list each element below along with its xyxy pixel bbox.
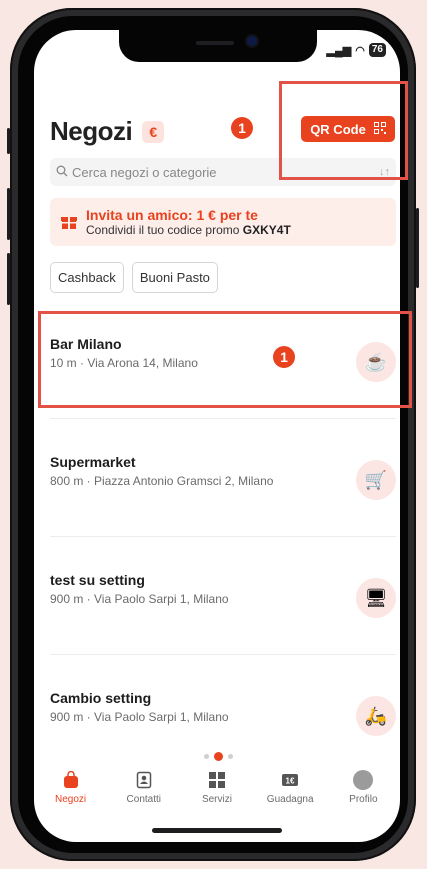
- status-bar: ▂▄▆ ◠ 76: [327, 43, 386, 57]
- home-indicator: [152, 828, 282, 833]
- promo-banner[interactable]: Invita un amico: 1 € per te Condividi il…: [50, 198, 396, 246]
- tab-servizi[interactable]: Servizi: [187, 770, 247, 820]
- step-marker: 1: [273, 346, 295, 368]
- speaker: [196, 41, 234, 45]
- tab-label: Contatti: [126, 794, 162, 805]
- store-item[interactable]: test su setting 900 m · Via Paolo Sarpi …: [50, 572, 396, 632]
- shop-bag-icon: [61, 770, 81, 790]
- promo-subtitle: Condividi il tuo codice promo GXKY4T: [86, 223, 291, 237]
- store-address: 900 m · Via Paolo Sarpi 1, Milano: [50, 710, 229, 724]
- wifi-icon: ◠: [355, 44, 365, 57]
- store-name: Cambio setting: [50, 690, 152, 706]
- store-address: 800 m · Piazza Antonio Gramsci 2, Milano: [50, 474, 274, 488]
- step-marker: 1: [231, 117, 253, 139]
- chip-buoni-pasto[interactable]: Buoni Pasto: [131, 262, 218, 293]
- coupon-icon: 1€: [280, 770, 300, 790]
- register-icon: 🖥: [356, 578, 396, 618]
- avatar-icon: [353, 770, 374, 790]
- cart-icon: 🛒: [356, 460, 396, 500]
- highlight-box: [38, 311, 412, 408]
- tab-guadagna[interactable]: 1€ Guadagna: [260, 770, 320, 820]
- grid-icon: [207, 770, 227, 790]
- highlight-box: [279, 81, 408, 180]
- page-dot: [204, 754, 209, 759]
- mute-switch: [7, 128, 10, 154]
- page-title: Negozi: [50, 116, 133, 146]
- page-header: Negozi €: [50, 116, 165, 147]
- divider: [50, 418, 396, 419]
- tab-negozi[interactable]: Negozi: [41, 770, 101, 820]
- promo-code: GXKY4T: [242, 223, 291, 237]
- tab-profilo[interactable]: Profilo: [333, 770, 393, 820]
- page-indicator: [204, 752, 233, 761]
- page-dot: [228, 754, 233, 759]
- store-name: Supermarket: [50, 454, 136, 470]
- scooter-icon: 🛵: [356, 696, 396, 736]
- tab-label: Servizi: [201, 794, 232, 805]
- tab-contatti[interactable]: Contatti: [114, 770, 174, 820]
- notch: [119, 30, 317, 62]
- contacts-icon: [134, 770, 154, 790]
- page-dot-active: [214, 752, 223, 761]
- volume-down-button: [7, 253, 10, 305]
- promo-title: Invita un amico: 1 € per te: [86, 207, 258, 223]
- svg-text:1€: 1€: [286, 777, 295, 786]
- tab-label: Negozi: [55, 794, 87, 805]
- store-item[interactable]: Cambio setting 900 m · Via Paolo Sarpi 1…: [50, 690, 396, 750]
- chip-cashback[interactable]: Cashback: [50, 262, 124, 293]
- volume-up-button: [7, 188, 10, 240]
- signal-icon: ▂▄▆: [326, 44, 352, 57]
- divider: [50, 536, 396, 537]
- gift-icon: [60, 213, 78, 231]
- currency-badge[interactable]: €: [142, 120, 165, 143]
- filter-chips: Cashback Buoni Pasto: [50, 262, 218, 293]
- store-item[interactable]: Supermarket 800 m · Piazza Antonio Grams…: [50, 454, 396, 514]
- divider: [50, 654, 396, 655]
- search-placeholder: Cerca negozi o categorie: [72, 164, 217, 180]
- battery-indicator: 76: [368, 43, 386, 57]
- tab-bar: Negozi Contatti Servizi 1€ Guadagna Prof…: [34, 770, 400, 820]
- tab-label: Guadagna: [266, 794, 314, 805]
- search-icon: [56, 165, 68, 180]
- tab-label: Profilo: [349, 794, 378, 805]
- front-camera: [247, 36, 257, 46]
- store-address: 900 m · Via Paolo Sarpi 1, Milano: [50, 592, 229, 606]
- store-name: test su setting: [50, 572, 145, 588]
- power-button: [416, 208, 419, 288]
